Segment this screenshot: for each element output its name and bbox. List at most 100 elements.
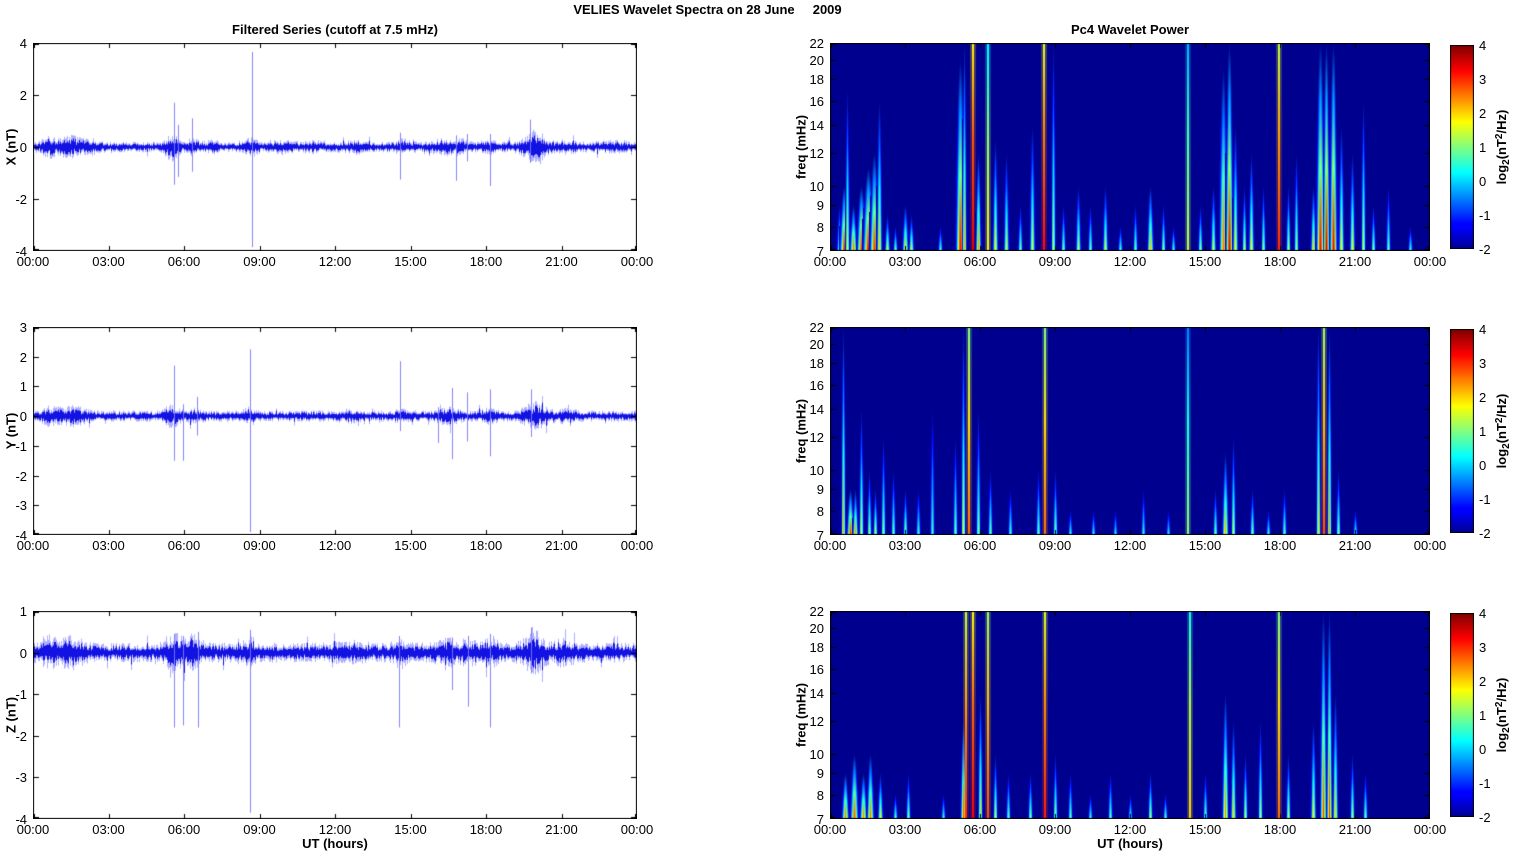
y-tick-label: 9 bbox=[816, 198, 824, 214]
y-tick-label: 2 bbox=[19, 349, 27, 365]
x-tick-label: 21:00 bbox=[545, 254, 578, 269]
left-column-title: Filtered Series (cutoff at 7.5 mHz) bbox=[232, 22, 438, 37]
y-tick-label: 8 bbox=[816, 219, 824, 235]
y-tick-label: 14 bbox=[809, 118, 824, 134]
y-series-plot bbox=[33, 327, 637, 535]
colorbar-tick-label: -1 bbox=[1479, 776, 1491, 791]
y-tick-label: 18 bbox=[809, 640, 824, 656]
x-tick-label: 15:00 bbox=[394, 254, 427, 269]
y-tick-label: 12 bbox=[809, 146, 824, 162]
y-tick-label: 14 bbox=[809, 402, 824, 418]
x-tick-label: 03:00 bbox=[888, 254, 922, 269]
x-tick-label: 06:00 bbox=[167, 822, 201, 837]
colorbar-tick-label: 0 bbox=[1479, 742, 1487, 757]
x-tick-label: 00:00 bbox=[813, 822, 847, 837]
y-tick-label: 16 bbox=[809, 377, 824, 393]
x-tick-label: 12:00 bbox=[318, 538, 352, 553]
x-tick-label: 09:00 bbox=[1038, 254, 1072, 269]
colorbar-3 bbox=[1450, 613, 1474, 817]
x-tick-label: 00:00 bbox=[620, 254, 654, 269]
x-tick-label: 12:00 bbox=[1113, 254, 1147, 269]
x-tick-label: 12:00 bbox=[318, 254, 352, 269]
x-tick-label: 15:00 bbox=[394, 822, 427, 837]
y-tick-label: 22 bbox=[809, 604, 824, 619]
y-tick-label: 4 bbox=[19, 36, 27, 51]
figure-window: VELIES Wavelet Spectra on 28 June 2009 F… bbox=[0, 0, 1515, 851]
y-tick-label: 12 bbox=[809, 430, 824, 446]
y-tick-label: 3 bbox=[19, 320, 27, 335]
colorbar-tick-label: 3 bbox=[1479, 640, 1487, 655]
y-tick-label: 20 bbox=[809, 337, 824, 353]
right-column-title: Pc4 Wavelet Power bbox=[1070, 22, 1189, 37]
y-tick-label: 22 bbox=[809, 36, 824, 51]
x-tick-label: 06:00 bbox=[167, 254, 201, 269]
left-x-axis-label: UT (hours) bbox=[302, 836, 368, 851]
y-tick-label: -1 bbox=[15, 687, 27, 703]
x-tick-label: 09:00 bbox=[1038, 538, 1072, 553]
x-tick-label: 09:00 bbox=[1038, 822, 1072, 837]
x-tick-label: 12:00 bbox=[1113, 538, 1147, 553]
right-x-axis-label: UT (hours) bbox=[1097, 836, 1163, 851]
x-tick-label: 21:00 bbox=[1338, 254, 1372, 269]
x-tick-label: 00:00 bbox=[16, 822, 50, 837]
colorbar-tick-label: 4 bbox=[1479, 322, 1487, 337]
y-tick-label: 10 bbox=[809, 463, 824, 479]
y-tick-label: 10 bbox=[809, 179, 824, 195]
x-tick-label: 18:00 bbox=[469, 822, 503, 837]
x-tick-label: 00:00 bbox=[16, 254, 50, 269]
x-tick-label: 21:00 bbox=[1338, 822, 1372, 837]
x-tick-label: 18:00 bbox=[1263, 822, 1297, 837]
y-tick-label: 9 bbox=[816, 766, 824, 782]
colorbar-tick-label: 1 bbox=[1479, 140, 1487, 155]
colorbar-tick-label: 3 bbox=[1479, 72, 1487, 87]
x-tick-label: 09:00 bbox=[243, 822, 276, 837]
colorbar-1 bbox=[1450, 45, 1474, 249]
z-wavelet-spectrogram bbox=[830, 611, 1430, 819]
x-tick-label: 00:00 bbox=[16, 538, 50, 553]
x-series-plot bbox=[33, 43, 637, 251]
x-tick-label: 09:00 bbox=[243, 254, 276, 269]
x-tick-label: 12:00 bbox=[1113, 822, 1147, 837]
colorbar-tick-label: 2 bbox=[1479, 390, 1487, 405]
x-tick-label: 00:00 bbox=[1413, 822, 1447, 837]
colorbar-tick-label: -2 bbox=[1479, 810, 1491, 825]
colorbar-tick-label: 1 bbox=[1479, 424, 1487, 439]
colorbar-tick-label: -1 bbox=[1479, 492, 1491, 507]
colorbar-tick-label: -1 bbox=[1479, 208, 1491, 223]
colorbar-tick-label: 4 bbox=[1479, 606, 1487, 621]
x-tick-label: 18:00 bbox=[1263, 538, 1297, 553]
colorbar-tick-label: 2 bbox=[1479, 106, 1487, 121]
x-tick-label: 09:00 bbox=[243, 538, 276, 553]
y-tick-label: -1 bbox=[15, 438, 27, 454]
y-tick-label: 8 bbox=[816, 787, 824, 803]
x-tick-label: 15:00 bbox=[394, 538, 427, 553]
x-tick-label: 15:00 bbox=[1188, 822, 1222, 837]
y-tick-label: -2 bbox=[15, 728, 27, 744]
colorbar-tick-label: -2 bbox=[1479, 526, 1491, 541]
colorbar-2 bbox=[1450, 329, 1474, 533]
x-tick-label: 06:00 bbox=[963, 822, 997, 837]
colorbar-tick-label: 0 bbox=[1479, 458, 1487, 473]
x-tick-label: 00:00 bbox=[1413, 254, 1447, 269]
colorbar-tick-label: 2 bbox=[1479, 674, 1487, 689]
y-tick-label: -3 bbox=[15, 498, 27, 514]
x-tick-label: 12:00 bbox=[318, 822, 352, 837]
y-axis-label-z: Z (nT) bbox=[3, 696, 19, 734]
colorbar-tick-label: 4 bbox=[1479, 38, 1487, 53]
colorbar-tick-label: 0 bbox=[1479, 174, 1487, 189]
y-tick-label: 12 bbox=[809, 714, 824, 730]
x-tick-label: 18:00 bbox=[469, 254, 503, 269]
y-tick-label: 20 bbox=[809, 53, 824, 69]
x-tick-label: 21:00 bbox=[545, 822, 578, 837]
x-tick-label: 03:00 bbox=[888, 538, 922, 553]
y-tick-label: 18 bbox=[809, 72, 824, 88]
x-tick-label: 03:00 bbox=[92, 822, 125, 837]
x-tick-label: 06:00 bbox=[963, 254, 997, 269]
x-tick-label: 18:00 bbox=[1263, 254, 1297, 269]
y-tick-label: 20 bbox=[809, 621, 824, 637]
x-tick-label: 03:00 bbox=[92, 538, 125, 553]
x-tick-label: 00:00 bbox=[1413, 538, 1447, 553]
y-tick-label: -3 bbox=[15, 770, 27, 786]
y-tick-label: -2 bbox=[15, 468, 27, 484]
colorbar-tick-label: 1 bbox=[1479, 708, 1487, 723]
